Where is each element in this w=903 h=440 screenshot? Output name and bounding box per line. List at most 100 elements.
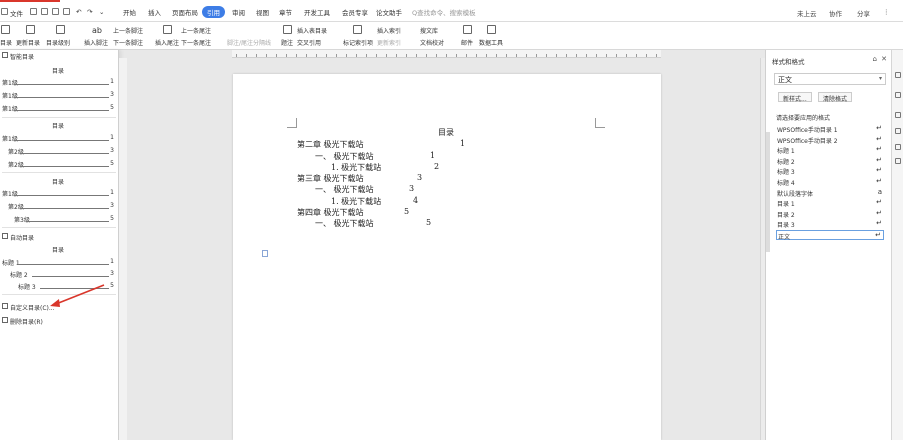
insert-table-of-figures-button[interactable]: 插入表目录 (297, 26, 327, 35)
style-list-item[interactable]: WPSOffice手动目录 2 ↵ (776, 135, 884, 145)
toc-level-icon[interactable] (56, 25, 65, 34)
data-tools-button[interactable]: 数据工具 (479, 38, 503, 47)
collaborate-button[interactable]: 协作 (829, 8, 842, 18)
endnote-icon[interactable] (163, 25, 172, 34)
toc-entry[interactable]: 一、 极光下载站 (315, 218, 374, 229)
update-toc-icon[interactable] (26, 25, 35, 34)
toc-level-button[interactable]: 目录级别 (46, 38, 70, 47)
chevron-down-icon[interactable]: ⌄ (99, 8, 104, 16)
tab-section[interactable]: 章节 (279, 7, 292, 17)
document-proofread-button[interactable]: 文档校对 (420, 38, 444, 47)
mail-icon[interactable] (463, 25, 472, 34)
tab-insert[interactable]: 插入 (148, 7, 161, 17)
tab-view[interactable]: 视图 (256, 7, 269, 17)
shape-icon[interactable] (895, 112, 901, 118)
toc-style-2[interactable]: 目录 第1级 1 第2级 3 第2级 5 (2, 118, 116, 173)
style-list-item[interactable]: 正文 ↵ (776, 230, 884, 241)
more-icon[interactable]: ⋮ (883, 8, 890, 16)
tab-page-layout[interactable]: 页面布局 (172, 7, 198, 17)
style-list-item[interactable]: 目录 1 ↵ (776, 198, 884, 208)
style-list-item[interactable]: 标题 1 ↵ (776, 145, 884, 155)
style-type-icon: ↵ (876, 219, 882, 228)
search-library-button[interactable]: 搜文库 (420, 26, 438, 35)
tab-references[interactable]: 引用 (202, 6, 225, 18)
tab-review[interactable]: 审阅 (232, 7, 245, 17)
current-style-select[interactable]: 正文 ▾ (774, 73, 886, 85)
share-button[interactable]: 分享 (857, 8, 870, 18)
toc-entry[interactable]: 第三章 极光下载站 (297, 173, 364, 184)
style-list-item[interactable]: WPSOffice手动目录 1 ↵ (776, 124, 884, 134)
print-icon[interactable] (41, 8, 48, 15)
caption-icon[interactable] (283, 25, 292, 34)
prev-footnote-button[interactable]: 上一条脚注 (113, 26, 143, 35)
next-footnote-button[interactable]: 下一条脚注 (113, 38, 143, 47)
style-list-item[interactable]: 标题 3 ↵ (776, 166, 884, 176)
ruler-tick (476, 54, 477, 57)
redo-icon[interactable]: ↷ (87, 8, 92, 16)
tab-member[interactable]: 会员专享 (342, 7, 368, 17)
style-list-item[interactable]: 标题 2 ↵ (776, 156, 884, 166)
toc-icon[interactable] (1, 25, 10, 34)
update-index-button[interactable]: 更新索引 (377, 38, 401, 47)
undo-icon[interactable]: ↶ (76, 8, 81, 16)
new-style-button[interactable]: 新样式... (778, 92, 812, 103)
toc-entry[interactable]: 1. 极光下载站 (331, 196, 381, 207)
ruler-tick (506, 54, 507, 57)
toc-entry[interactable]: 第四章 极光下载站 (297, 207, 364, 218)
toc-entry-page: 4 (413, 196, 419, 205)
prev-endnote-button[interactable]: 上一条尾注 (181, 26, 211, 35)
delete-toc-icon[interactable] (2, 317, 8, 323)
delete-toc-menu-item[interactable]: 删除目录(R) (10, 317, 43, 326)
right-sidebar (891, 50, 903, 440)
caption-button[interactable]: 题注 (281, 38, 293, 47)
close-icon[interactable]: ✕ (881, 55, 887, 63)
navigation-icon[interactable] (895, 128, 901, 134)
cross-reference-button[interactable]: 交叉引用 (297, 38, 321, 47)
toc-style-1[interactable]: 目录 第1级 1 第1级 3 第1级 5 (2, 62, 116, 118)
select-icon[interactable] (895, 92, 901, 98)
mail-button[interactable]: 邮件 (461, 38, 473, 47)
clear-format-button[interactable]: 清除格式 (818, 92, 853, 103)
tab-home[interactable]: 开始 (123, 7, 136, 17)
toc-entry[interactable]: 一、 极光下载站 (315, 184, 374, 195)
insert-footnote-button[interactable]: 插入脚注 (84, 38, 108, 47)
style-list-item[interactable]: 标题 4 ↵ (776, 177, 884, 187)
insert-endnote-button[interactable]: 插入尾注 (155, 38, 179, 47)
tab-developer[interactable]: 开发工具 (304, 7, 330, 17)
custom-toc-menu-item[interactable]: 自定义目录(C)... (10, 303, 55, 312)
save-icon[interactable] (30, 8, 37, 15)
command-search[interactable]: Q查找命令、搜索模板 (412, 7, 476, 17)
pin-icon[interactable]: ⌂ (873, 55, 877, 63)
tab-paper-assistant[interactable]: 论文助手 (376, 7, 402, 17)
mark-index-icon[interactable] (353, 25, 362, 34)
footnote-icon[interactable]: ab (92, 26, 102, 35)
next-endnote-button[interactable]: 下一条尾注 (181, 38, 211, 47)
toc-button[interactable]: 目录 (0, 38, 12, 47)
update-toc-button[interactable]: 更新目录 (16, 38, 40, 47)
style-list-item[interactable]: 默认段落字体 a (776, 188, 884, 198)
styles-icon[interactable] (895, 72, 901, 78)
outline-icon[interactable] (895, 158, 901, 164)
preview-icon[interactable] (52, 8, 59, 15)
style-list-item[interactable]: 目录 3 ↵ (776, 219, 884, 229)
insert-index-button[interactable]: 插入索引 (377, 26, 401, 35)
ruler-tick (466, 54, 467, 57)
auto-toc-style[interactable]: 目录 标题 11 标题 23 标题 35 (2, 242, 116, 295)
toc-entry[interactable]: 一、 极光下载站 (315, 151, 374, 162)
custom-toc-icon[interactable] (2, 303, 8, 309)
style-list-item[interactable]: 目录 2 ↵ (776, 209, 884, 219)
export-icon[interactable] (63, 8, 70, 15)
toc-entry[interactable]: 1. 极光下载站 (331, 162, 381, 173)
file-menu[interactable]: 文件 (10, 8, 23, 18)
toc-entry[interactable]: 第二章 极光下载站 (297, 139, 364, 150)
menu-icon[interactable] (1, 8, 8, 15)
document-page[interactable]: 目录 第二章 极光下载站 1 一、 极光下载站 1 1. 极光下载站 2 第三章… (233, 74, 661, 440)
help-icon[interactable] (895, 144, 901, 150)
toc-style-3[interactable]: 目录 第1级 1 第2级 3 第3级 5 (2, 173, 116, 228)
cloud-status[interactable]: 未上云 (797, 8, 817, 18)
ruler-tick (316, 54, 317, 57)
data-tools-icon[interactable] (487, 25, 496, 34)
mark-index-button[interactable]: 标记索引项 (343, 38, 373, 47)
note-separator-button[interactable]: 脚注/尾注分隔线 (227, 38, 271, 47)
pane-scrollbar[interactable] (766, 132, 770, 252)
